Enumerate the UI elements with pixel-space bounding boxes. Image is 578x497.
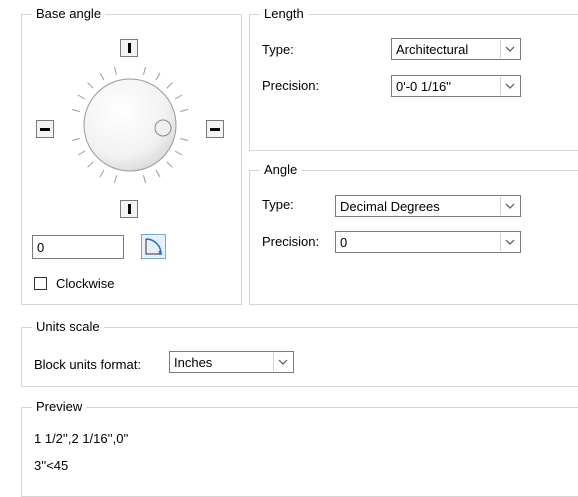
angle-precision-select[interactable]: 0 [335, 231, 521, 253]
dial-tick [166, 82, 173, 89]
pick-angle-button[interactable] [141, 234, 166, 259]
dial-tick [155, 72, 161, 81]
length-type-value: Architectural [396, 42, 469, 57]
chevron-down-icon [500, 77, 519, 95]
dial-tick [142, 66, 147, 75]
chevron-down-icon [500, 233, 519, 251]
block-units-select[interactable]: Inches [169, 351, 294, 373]
dial-tick [77, 94, 86, 100]
dial-tick [155, 169, 161, 178]
clockwise-checkbox[interactable] [34, 277, 47, 290]
angle-type-label: Type: [262, 197, 294, 212]
pick-angle-icon [145, 238, 163, 255]
dial-tick [113, 66, 118, 75]
dial-tick [113, 175, 118, 184]
dial-tick [71, 137, 80, 142]
dial-left-button[interactable] [36, 120, 54, 138]
angle-type-value: Decimal Degrees [340, 199, 440, 214]
dial-tick [87, 161, 94, 168]
dial-tick [99, 169, 105, 178]
dial-tick [71, 108, 80, 113]
dial-tick [180, 137, 189, 142]
angle-type-select[interactable]: Decimal Degrees [335, 195, 521, 217]
chevron-down-icon [500, 197, 519, 215]
dial-tick [174, 150, 183, 156]
dial-tick [174, 94, 183, 100]
clockwise-label: Clockwise [56, 276, 115, 291]
preview-group: Preview [21, 399, 578, 497]
block-units-value: Inches [174, 355, 213, 370]
angle-value-input[interactable]: 0 [32, 235, 124, 259]
dial-tick [180, 108, 189, 113]
angle-precision-value: 0 [340, 235, 348, 250]
dial-top-button[interactable] [120, 39, 138, 57]
length-type-select[interactable]: Architectural [391, 38, 521, 60]
angle-title: Angle [260, 162, 302, 178]
length-precision-label: Precision: [262, 78, 320, 93]
angle-value-text: 0 [37, 240, 45, 255]
preview-line-1: 1 1/2'',2 1/16'',0'' [34, 431, 129, 446]
dial-right-button[interactable] [206, 120, 224, 138]
length-precision-select[interactable]: 0'-0 1/16'' [391, 75, 521, 97]
chevron-down-icon [273, 353, 292, 371]
chevron-down-icon [500, 40, 519, 58]
length-precision-value: 0'-0 1/16'' [396, 79, 452, 94]
angle-precision-label: Precision: [262, 234, 320, 249]
dial-tick [166, 161, 173, 168]
dial-tick [87, 82, 94, 89]
base-angle-title: Base angle [32, 6, 106, 22]
dial-tick [77, 150, 86, 156]
length-type-label: Type: [262, 42, 294, 57]
dial-tick [142, 175, 147, 184]
preview-title: Preview [32, 399, 87, 415]
units-scale-title: Units scale [32, 319, 104, 335]
block-units-label: Block units format: [34, 357, 141, 372]
dial-tick [99, 72, 105, 81]
angle-dial[interactable] [60, 55, 200, 195]
preview-line-2: 3''<45 [34, 458, 69, 473]
dial-bottom-button[interactable] [120, 200, 138, 218]
dial-indicator [154, 119, 172, 137]
length-title: Length [260, 6, 308, 22]
